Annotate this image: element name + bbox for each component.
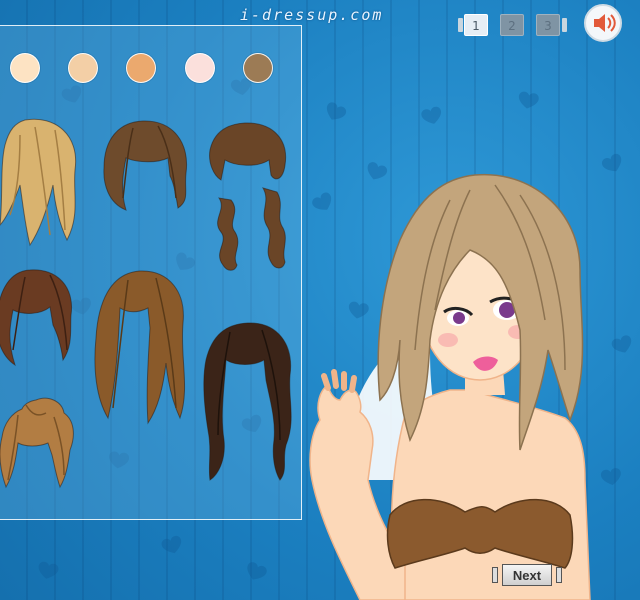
sound-toggle-button[interactable] [584, 4, 622, 42]
page-tab-3[interactable]: 3 [536, 14, 560, 36]
skin-tone-swatch-5[interactable] [243, 53, 273, 83]
next-button-cap-left [492, 567, 498, 583]
hairstyle-honey-updo[interactable] [0, 395, 78, 495]
page-tab-cap-left [458, 18, 463, 32]
skin-tone-swatch-3[interactable] [126, 53, 156, 83]
speaker-icon [594, 14, 616, 32]
page-tab-cap-right [562, 18, 567, 32]
hairstyle-blonde-layered[interactable] [0, 115, 90, 250]
next-button-cap-right [556, 567, 562, 583]
next-button-wrapper: Next [492, 564, 562, 586]
skin-tone-swatch-2[interactable] [68, 53, 98, 83]
hairstyle-brown-bob[interactable] [98, 118, 193, 218]
game-stage: i-dressup.com 1 2 3 Next [0, 0, 640, 600]
doll-model [309, 173, 591, 600]
next-button[interactable]: Next [502, 564, 552, 586]
site-logo: i-dressup.com [240, 6, 384, 24]
skin-tone-swatch-1[interactable] [10, 53, 40, 83]
hairstyle-caramel-long[interactable] [88, 268, 193, 428]
hairstyle-auburn-short[interactable] [0, 265, 80, 375]
hairstyle-brown-long-curls[interactable] [205, 120, 290, 280]
page-tab-2[interactable]: 2 [500, 14, 524, 36]
page-tab-1[interactable]: 1 [464, 14, 488, 36]
skin-tone-swatch-4[interactable] [185, 53, 215, 83]
